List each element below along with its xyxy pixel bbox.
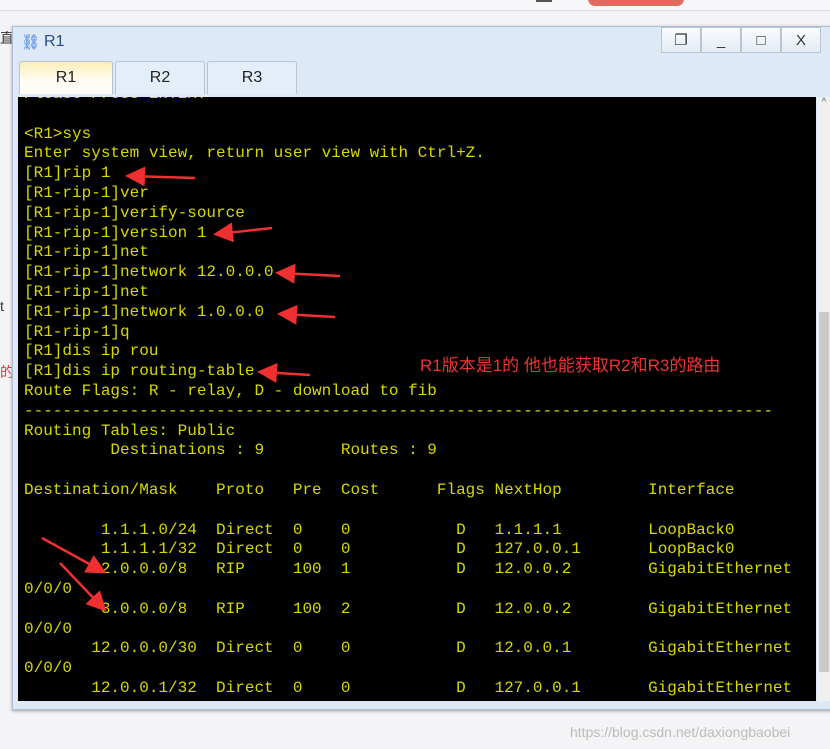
- arrow: [125, 166, 196, 187]
- arrow: [257, 362, 311, 383]
- arrow: [275, 263, 341, 284]
- arrow: [59, 562, 107, 612]
- watermark: https://blog.csdn.net/daxiongbaobei: [570, 724, 791, 740]
- arrow: [213, 222, 273, 243]
- arrow: [41, 536, 107, 574]
- arrow: [277, 304, 336, 325]
- annotation-text: R1版本是1的 他也能获取R2和R3的路由: [420, 356, 721, 375]
